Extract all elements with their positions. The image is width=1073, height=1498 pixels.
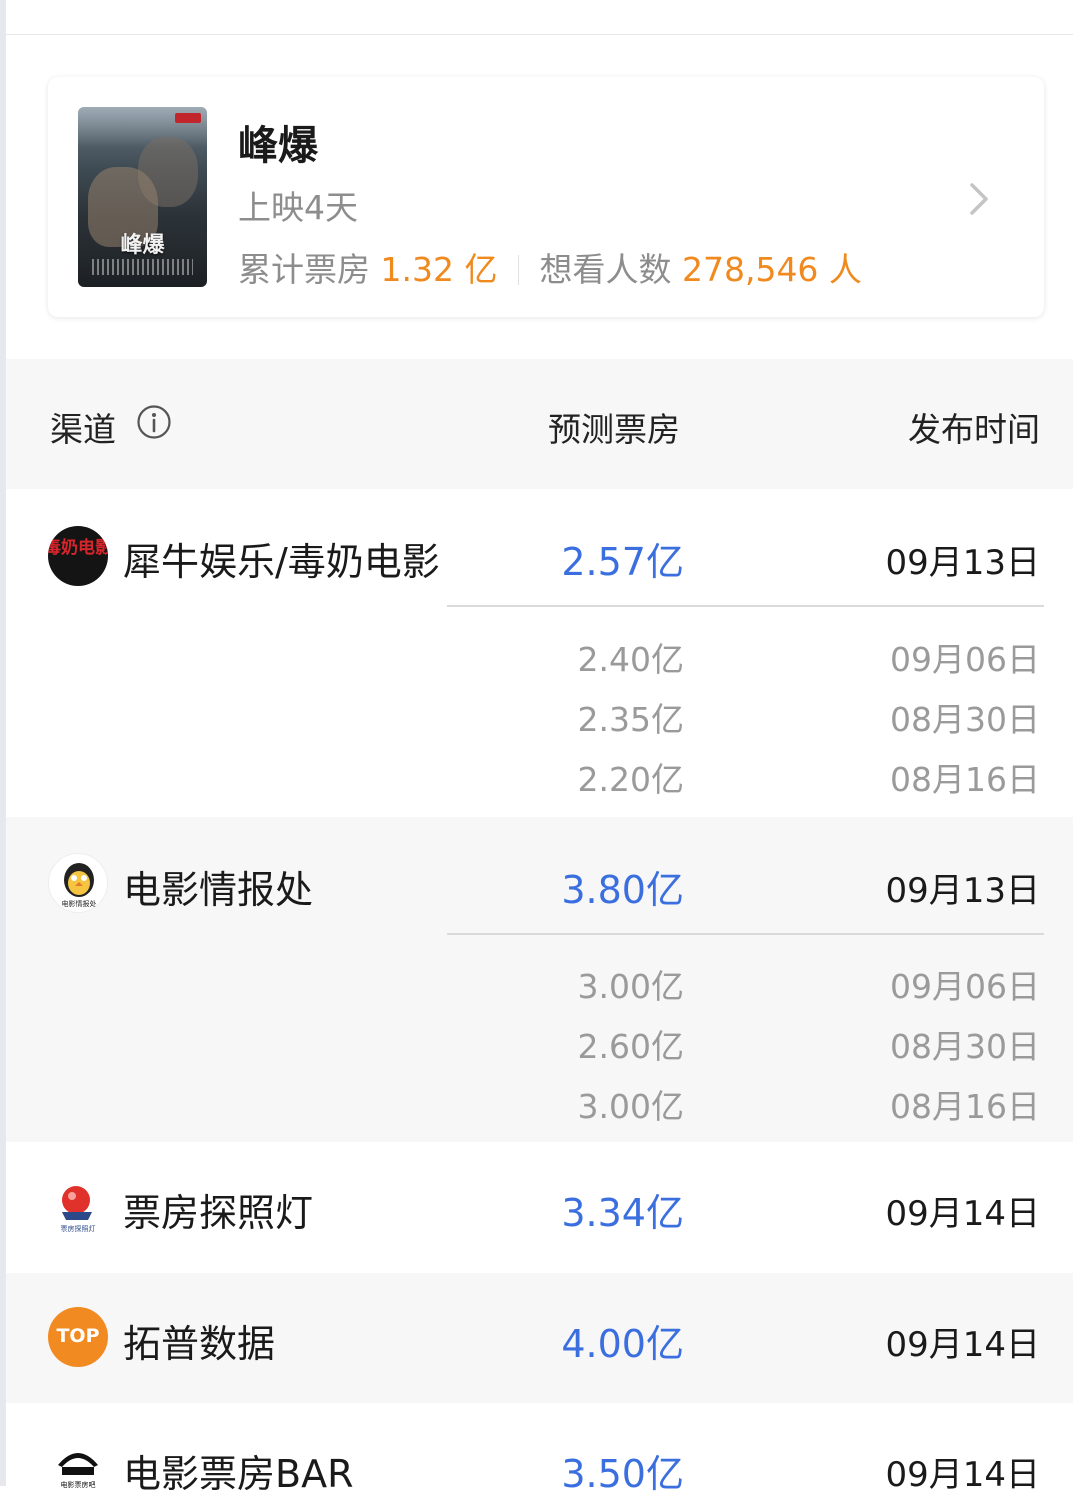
channel-row[interactable]: 毒奶电影 犀牛娱乐/毒奶电影 2.57亿 09月13日 2.40亿 09月06日… <box>6 489 1073 817</box>
stats-separator <box>517 255 519 285</box>
movie-card[interactable]: 峰爆 峰爆 上映4天 累计票房 1.32 亿 想看人数 278,546 人 <box>48 77 1044 317</box>
channel-logo-text: 电影票房吧 <box>61 1480 96 1489</box>
channel-logo-text: 毒奶电影 <box>48 537 108 558</box>
channel-row[interactable]: TOP 拓普数据 4.00亿 09月14日 <box>6 1273 1073 1403</box>
publish-date: 09月14日 <box>885 1194 1040 1234</box>
history-date: 08月30日 <box>890 700 1040 739</box>
history-date: 08月16日 <box>890 1087 1040 1126</box>
channel-row[interactable]: 票房探照灯 票房探照灯 3.34亿 09月14日 <box>6 1142 1073 1273</box>
publish-date: 09月13日 <box>885 543 1040 583</box>
channel-logo: TOP <box>48 1307 108 1367</box>
history-date: 09月06日 <box>890 640 1040 679</box>
want-value: 278,546 人 <box>681 250 862 289</box>
channel-name: 拓普数据 <box>123 1322 276 1366</box>
predicted-box-office: 3.80亿 <box>561 868 684 912</box>
box-office-label: 累计票房 <box>238 250 370 289</box>
history-value: 2.60亿 <box>577 1027 684 1066</box>
poster-title: 峰爆 <box>120 233 165 258</box>
predicted-box-office: 4.00亿 <box>561 1322 684 1366</box>
movie-stats: 累计票房 1.32 亿 想看人数 278,546 人 <box>238 243 862 291</box>
history-value: 2.40亿 <box>577 640 684 679</box>
header-publish-time: 发布时间 <box>908 410 1040 449</box>
channel-name: 电影票房BAR <box>123 1452 354 1496</box>
history-date: 09月06日 <box>890 967 1040 1006</box>
publish-date: 09月13日 <box>885 871 1040 911</box>
predicted-box-office: 3.50亿 <box>561 1452 684 1496</box>
channel-logo-text: 票房探照灯 <box>61 1224 96 1233</box>
movie-title: 峰爆 <box>238 123 318 169</box>
header-prediction: 预测票房 <box>548 410 680 449</box>
row-divider <box>447 605 1044 607</box>
channel-row[interactable]: 电影情报处 电影情报处 3.80亿 09月13日 3.00亿 09月06日 2.… <box>6 817 1073 1142</box>
want-label: 想看人数 <box>539 250 672 289</box>
row-divider <box>447 933 1044 935</box>
channel-row[interactable]: 电影票房吧 电影票房BAR 3.50亿 09月14日 <box>6 1403 1073 1497</box>
channel-name: 犀牛娱乐/毒奶电影 <box>123 540 440 584</box>
publish-date: 09月14日 <box>885 1325 1040 1365</box>
header-channel: 渠道 <box>50 410 116 449</box>
history-value: 2.20亿 <box>577 760 684 799</box>
publish-date: 09月14日 <box>885 1455 1040 1495</box>
channel-logo: 电影情报处 <box>48 853 108 913</box>
channel-logo-text: TOP <box>56 1325 99 1347</box>
channel-logo-text: 电影情报处 <box>62 899 97 908</box>
top-divider <box>6 34 1073 35</box>
channel-logo: 毒奶电影 <box>48 526 108 586</box>
channel-name: 票房探照灯 <box>123 1191 314 1235</box>
history-value: 2.35亿 <box>577 700 684 739</box>
channel-logo: 票房探照灯 <box>48 1176 108 1236</box>
release-days: 上映4天 <box>238 188 358 227</box>
history-value: 3.00亿 <box>577 1087 684 1126</box>
predicted-box-office: 2.57亿 <box>561 540 684 584</box>
table-header: 渠道 预测票房 发布时间 <box>6 359 1073 489</box>
history-date: 08月30日 <box>890 1027 1040 1066</box>
chevron-right-icon[interactable] <box>964 181 992 217</box>
history-date: 08月16日 <box>890 760 1040 799</box>
channel-name: 电影情报处 <box>123 868 314 912</box>
box-office-value: 1.32 亿 <box>380 250 498 289</box>
info-icon[interactable] <box>136 404 172 440</box>
channel-logo: 电影票房吧 <box>48 1437 108 1497</box>
history-value: 3.00亿 <box>577 967 684 1006</box>
movie-poster: 峰爆 <box>78 107 207 287</box>
predicted-box-office: 3.34亿 <box>561 1191 684 1235</box>
